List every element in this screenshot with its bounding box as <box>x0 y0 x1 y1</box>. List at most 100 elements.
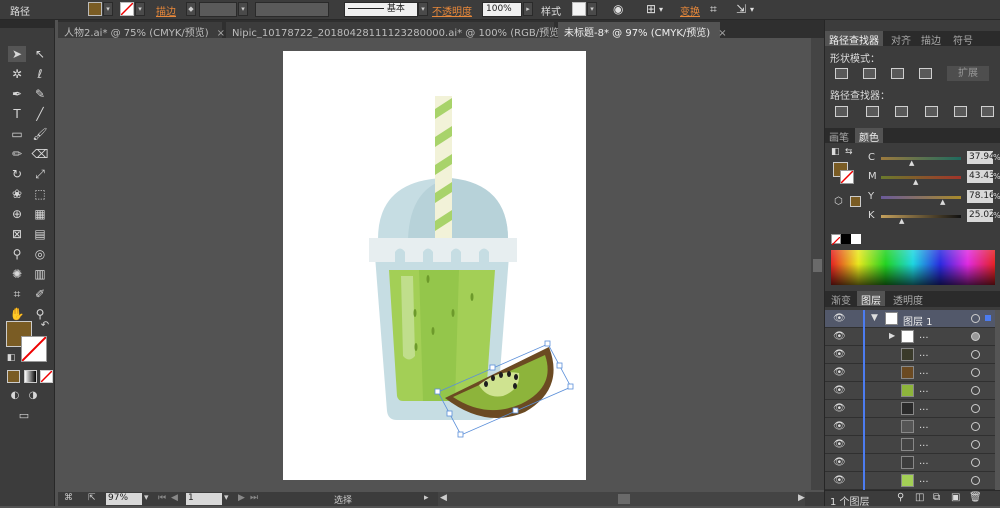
target-circle-icon[interactable] <box>971 458 980 467</box>
y-slider[interactable] <box>881 196 961 199</box>
black-swatch[interactable] <box>841 234 851 244</box>
arrange-icon[interactable]: ⇲ <box>736 2 746 16</box>
sublayer-name[interactable]: ... <box>919 438 929 449</box>
c-slider-handle[interactable]: ▲ <box>909 159 914 167</box>
tab-document-1[interactable]: 人物2.ai* @ 75% (CMYK/预览) × <box>58 22 225 39</box>
locate-object-icon[interactable]: ⚲ <box>897 492 904 503</box>
eye-icon[interactable]: 👁 <box>833 403 846 414</box>
expand-chevron-icon[interactable]: ▶ <box>889 331 895 340</box>
sublayer-name[interactable]: ... <box>919 366 929 377</box>
intersect-icon[interactable] <box>891 68 904 79</box>
eye-icon[interactable]: 👁 <box>833 439 846 450</box>
default-colors-icon[interactable]: ◧ <box>2 350 20 366</box>
tab-color[interactable]: 颜色 <box>855 128 883 144</box>
artboard[interactable] <box>283 51 586 480</box>
tab-gradient[interactable]: 渐变 <box>827 291 855 307</box>
free-transform-tool-icon[interactable]: ⬚ <box>31 186 49 202</box>
stroke-weight-dropdown-icon[interactable]: ▾ <box>238 2 248 16</box>
brush-dropdown-icon[interactable]: ▾ <box>418 2 428 16</box>
tab-layers[interactable]: 图层 <box>857 291 885 307</box>
sublayer-row[interactable]: 👁 ... <box>825 454 995 472</box>
prev-artboard-icon[interactable]: ◀ <box>171 493 178 503</box>
tab-stroke[interactable]: 描边 <box>917 31 945 47</box>
merge-icon[interactable] <box>895 106 908 117</box>
c-value-field[interactable]: 37.94 <box>967 151 995 164</box>
target-circle-icon[interactable] <box>971 368 980 377</box>
collapse-chevron-icon[interactable]: ▼ <box>871 313 878 323</box>
scale-tool-icon[interactable]: ⤢ <box>31 166 49 182</box>
divide-icon[interactable] <box>835 106 848 117</box>
style-dropdown-icon[interactable]: ▾ <box>587 2 597 16</box>
new-layer-icon[interactable]: ▣ <box>951 492 960 503</box>
trim-icon[interactable] <box>866 106 879 117</box>
scroll-left-icon[interactable]: ◀ <box>440 493 447 503</box>
artboard-tool-icon[interactable]: ⌗ <box>8 286 26 302</box>
eye-icon[interactable]: 👁 <box>833 385 846 396</box>
selection-indicator[interactable] <box>985 315 991 321</box>
m-slider-handle[interactable]: ▲ <box>913 178 918 186</box>
column-graph-tool-icon[interactable]: ▥ <box>31 266 49 282</box>
sublayer-row[interactable]: 👁 ... <box>825 382 995 400</box>
zoom-dropdown-icon[interactable]: ▾ <box>144 493 149 503</box>
align-dropdown-icon[interactable]: ▾ <box>659 5 663 14</box>
status-icon[interactable]: ⌘ <box>64 493 73 503</box>
symbol-sprayer-tool-icon[interactable]: ✺ <box>8 266 26 282</box>
tools-grip[interactable] <box>0 20 55 28</box>
tab-transparency[interactable]: 透明度 <box>889 291 927 307</box>
none-mode-icon[interactable] <box>40 370 53 383</box>
fill-swatch[interactable] <box>88 2 102 16</box>
draw-behind-icon[interactable]: ◑ <box>24 388 42 404</box>
artboard-dropdown-icon[interactable]: ▾ <box>224 493 229 503</box>
new-sublayer-icon[interactable]: ⧉ <box>933 492 940 503</box>
gamut-swatch[interactable] <box>850 196 861 207</box>
variable-width-profile[interactable] <box>255 2 329 17</box>
lasso-tool-icon[interactable]: ℓ <box>31 66 49 82</box>
artwork[interactable] <box>283 51 586 480</box>
target-circle-icon[interactable] <box>971 332 980 341</box>
y-value-field[interactable]: 78.16 <box>967 190 995 203</box>
color-stroke-box[interactable] <box>840 170 854 184</box>
eye-icon[interactable]: 👁 <box>833 349 846 360</box>
none-swatch[interactable] <box>831 234 841 246</box>
default-colors-icon[interactable]: ◧ <box>831 147 840 157</box>
recolor-icon[interactable]: ◉ <box>613 2 623 16</box>
sublayer-row[interactable]: 👁 ... <box>825 436 995 454</box>
sublayer-name[interactable]: ... <box>919 420 929 431</box>
transform-link[interactable]: 变换 <box>680 3 700 18</box>
c-slider[interactable] <box>881 157 961 160</box>
pencil-tool-icon[interactable]: ✏ <box>8 146 26 162</box>
eye-icon[interactable]: 👁 <box>833 421 846 432</box>
paintbrush-tool-icon[interactable]: 🖌 <box>31 126 49 142</box>
stroke-weight-stepper[interactable]: ◆ <box>186 2 196 16</box>
sublayer-name[interactable]: ... <box>919 348 929 359</box>
share-icon[interactable]: ⇱ <box>88 493 96 503</box>
sublayer-name[interactable]: ... <box>919 402 929 413</box>
shape-builder-tool-icon[interactable]: ⊕ <box>8 206 26 222</box>
color-mode-icon[interactable] <box>7 370 20 383</box>
align-icon[interactable]: ⊞ <box>646 2 656 16</box>
perspective-grid-tool-icon[interactable]: ▦ <box>31 206 49 222</box>
brush-definition[interactable]: 基本 <box>344 2 418 17</box>
target-circle-icon[interactable] <box>971 314 980 323</box>
warp-tool-icon[interactable]: ❀ <box>8 186 26 202</box>
next-artboard-icon[interactable]: ▶ <box>238 493 245 503</box>
expand-button[interactable]: 扩展 <box>947 66 989 81</box>
sublayer-row[interactable]: 👁 ▶ ... <box>825 328 995 346</box>
stroke-dropdown-icon[interactable]: ▾ <box>135 2 145 16</box>
isolate-icon[interactable]: ⌗ <box>710 2 717 17</box>
magic-wand-tool-icon[interactable]: ✲ <box>8 66 26 82</box>
k-slider-handle[interactable]: ▲ <box>899 217 904 225</box>
white-swatch[interactable] <box>851 234 861 244</box>
scroll-right-icon[interactable]: ▶ <box>798 493 805 503</box>
hand-tool-icon[interactable]: ✋ <box>8 306 26 322</box>
sublayer-row[interactable]: 👁 ... <box>825 364 995 382</box>
opacity-dropdown-icon[interactable]: ▸ <box>523 2 533 16</box>
outline-icon[interactable] <box>954 106 967 117</box>
scrollbar-thumb[interactable] <box>813 259 822 272</box>
sublayer-row[interactable]: 👁 ... <box>825 346 995 364</box>
exclude-icon[interactable] <box>919 68 932 79</box>
out-of-gamut-icon[interactable]: ⬡ <box>834 196 843 207</box>
cup-lid-rim[interactable] <box>369 238 517 262</box>
selection-tool-icon[interactable]: ➤ <box>8 46 26 62</box>
y-slider-handle[interactable]: ▲ <box>940 198 945 206</box>
